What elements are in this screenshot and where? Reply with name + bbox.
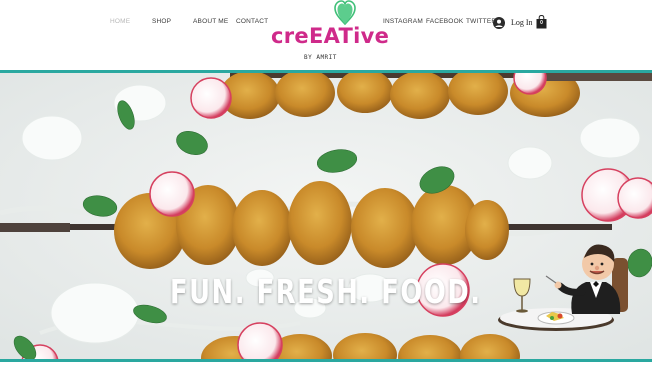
login-label: Log In	[511, 18, 533, 27]
nav-home[interactable]: HOME	[110, 18, 130, 25]
dining-gentleman-icon	[498, 244, 628, 331]
cart-button[interactable]: 0	[536, 14, 547, 34]
logo-byline: BY AMRIT	[304, 54, 337, 61]
user-avatar-icon	[493, 17, 505, 29]
nav-instagram[interactable]: INSTAGRAM	[383, 18, 423, 25]
site-logo[interactable]: creEATive BY AMRIT	[268, 0, 389, 66]
nav-about-me[interactable]: ABOUT ME	[193, 18, 228, 25]
hero-headline: FUN. FRESH. FOOD.	[170, 272, 482, 311]
logo-wordmark: creEATive	[271, 24, 390, 48]
nav-contact[interactable]: CONTACT	[236, 18, 268, 25]
footer-strip	[0, 362, 652, 367]
heart-icon	[334, 0, 356, 26]
site-header: HOME SHOP ABOUT ME CONTACT creEATive BY …	[0, 0, 652, 70]
nav-shop[interactable]: SHOP	[152, 18, 171, 25]
nav-twitter[interactable]: TWITTER	[466, 18, 496, 25]
nav-facebook[interactable]: FACEBOOK	[426, 18, 463, 25]
cart-count: 0	[540, 20, 543, 26]
